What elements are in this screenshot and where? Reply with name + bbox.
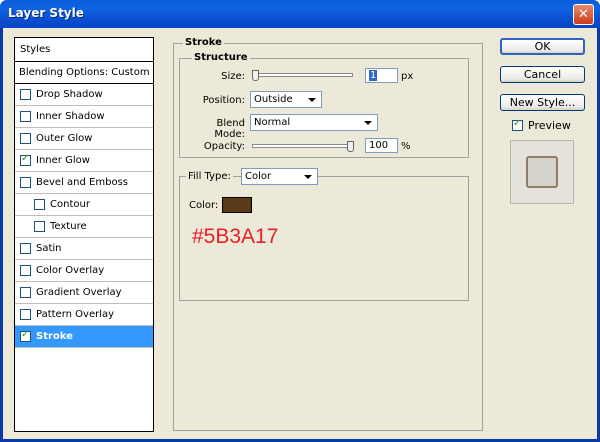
preview-swatch bbox=[526, 156, 558, 188]
style-item-inner-shadow[interactable]: Inner Shadow bbox=[15, 106, 153, 128]
fill-type-label: Fill Type: bbox=[186, 171, 233, 182]
size-slider-thumb[interactable] bbox=[252, 70, 259, 81]
inner-glow-checkbox[interactable] bbox=[20, 153, 31, 166]
blending-options-item[interactable]: Blending Options: Custom bbox=[15, 62, 153, 84]
new-style-button[interactable]: New Style... bbox=[500, 94, 585, 111]
color-hex-annotation: #5B3A17 bbox=[192, 225, 279, 248]
style-item-gradient-overlay[interactable]: Gradient Overlay bbox=[15, 282, 153, 304]
outer-glow-checkbox[interactable] bbox=[20, 133, 31, 144]
preview-checkbox[interactable] bbox=[512, 118, 523, 131]
blend-mode-label: Blend Mode: bbox=[214, 118, 245, 140]
style-item-drop-shadow[interactable]: Drop Shadow bbox=[15, 84, 153, 106]
style-item-satin[interactable]: Satin bbox=[15, 238, 153, 260]
size-input[interactable]: 1 bbox=[365, 68, 398, 83]
position-value: Outside bbox=[254, 94, 293, 105]
size-unit: px bbox=[401, 71, 414, 82]
style-item-contour[interactable]: Contour bbox=[15, 194, 153, 216]
window-title: Layer Style bbox=[8, 6, 84, 20]
blend-mode-value: Normal bbox=[254, 117, 291, 128]
opacity-unit: % bbox=[401, 141, 411, 152]
style-item-label: Stroke bbox=[36, 331, 73, 342]
title-bar[interactable]: Layer Style ✕ bbox=[0, 0, 600, 28]
layer-style-window: Layer Style ✕ Styles Blending Options: C… bbox=[0, 0, 600, 442]
pattern-overlay-checkbox[interactable] bbox=[20, 309, 31, 320]
style-item-label: Contour bbox=[50, 199, 90, 210]
style-item-label: Drop Shadow bbox=[36, 89, 103, 100]
cancel-button[interactable]: Cancel bbox=[500, 66, 585, 83]
opacity-slider-track[interactable] bbox=[252, 144, 353, 148]
close-icon: ✕ bbox=[578, 7, 589, 22]
preview-thumbnail bbox=[510, 140, 574, 204]
gradient-overlay-checkbox[interactable] bbox=[20, 287, 31, 298]
style-item-color-overlay[interactable]: Color Overlay bbox=[15, 260, 153, 282]
preview-label: Preview bbox=[528, 119, 571, 132]
style-item-stroke[interactable]: Stroke bbox=[15, 326, 153, 348]
style-item-label: Satin bbox=[36, 243, 62, 254]
style-item-label: Inner Glow bbox=[36, 155, 90, 166]
inner-shadow-checkbox[interactable] bbox=[20, 111, 31, 122]
fill-type-select[interactable]: Color bbox=[241, 168, 318, 185]
opacity-slider-thumb[interactable] bbox=[347, 141, 354, 152]
style-item-pattern-overlay[interactable]: Pattern Overlay bbox=[15, 304, 153, 326]
close-button[interactable]: ✕ bbox=[573, 4, 594, 25]
fill-type-value: Color bbox=[245, 171, 272, 182]
styles-list: Styles Blending Options: Custom Drop Sha… bbox=[14, 37, 154, 432]
drop-shadow-checkbox[interactable] bbox=[20, 89, 31, 100]
style-item-label: Bevel and Emboss bbox=[36, 177, 128, 188]
size-label: Size: bbox=[221, 71, 245, 82]
style-item-label: Gradient Overlay bbox=[36, 287, 122, 298]
size-slider-track[interactable] bbox=[252, 73, 353, 77]
style-item-bevel-emboss[interactable]: Bevel and Emboss bbox=[15, 172, 153, 194]
style-item-label: Texture bbox=[50, 221, 87, 232]
blend-mode-select[interactable]: Normal bbox=[250, 114, 378, 131]
texture-checkbox[interactable] bbox=[34, 221, 45, 232]
color-label: Color: bbox=[189, 200, 219, 211]
dialog-body: Styles Blending Options: Custom Drop Sha… bbox=[3, 28, 597, 439]
size-value: 1 bbox=[369, 70, 378, 81]
opacity-input[interactable]: 100 bbox=[365, 138, 398, 153]
position-select[interactable]: Outside bbox=[250, 91, 322, 108]
style-item-label: Inner Shadow bbox=[36, 111, 105, 122]
ok-button[interactable]: OK bbox=[500, 38, 585, 55]
structure-title: Structure bbox=[192, 52, 250, 63]
preview-toggle[interactable]: Preview bbox=[512, 118, 571, 132]
style-item-texture[interactable]: Texture bbox=[15, 216, 153, 238]
satin-checkbox[interactable] bbox=[20, 243, 31, 254]
stroke-checkbox[interactable] bbox=[20, 329, 31, 342]
contour-checkbox[interactable] bbox=[34, 199, 45, 210]
opacity-label: Opacity: bbox=[203, 141, 245, 152]
style-item-label: Pattern Overlay bbox=[36, 309, 115, 320]
styles-header[interactable]: Styles bbox=[15, 38, 153, 62]
color-overlay-checkbox[interactable] bbox=[20, 265, 31, 276]
style-item-outer-glow[interactable]: Outer Glow bbox=[15, 128, 153, 150]
style-item-label: Color Overlay bbox=[36, 265, 105, 276]
position-label: Position: bbox=[202, 95, 245, 106]
bevel-emboss-checkbox[interactable] bbox=[20, 177, 31, 188]
opacity-value: 100 bbox=[369, 140, 389, 151]
stroke-title: Stroke bbox=[183, 37, 224, 48]
color-swatch[interactable] bbox=[222, 197, 252, 213]
style-item-label: Outer Glow bbox=[36, 133, 93, 144]
style-item-inner-glow[interactable]: Inner Glow bbox=[15, 150, 153, 172]
